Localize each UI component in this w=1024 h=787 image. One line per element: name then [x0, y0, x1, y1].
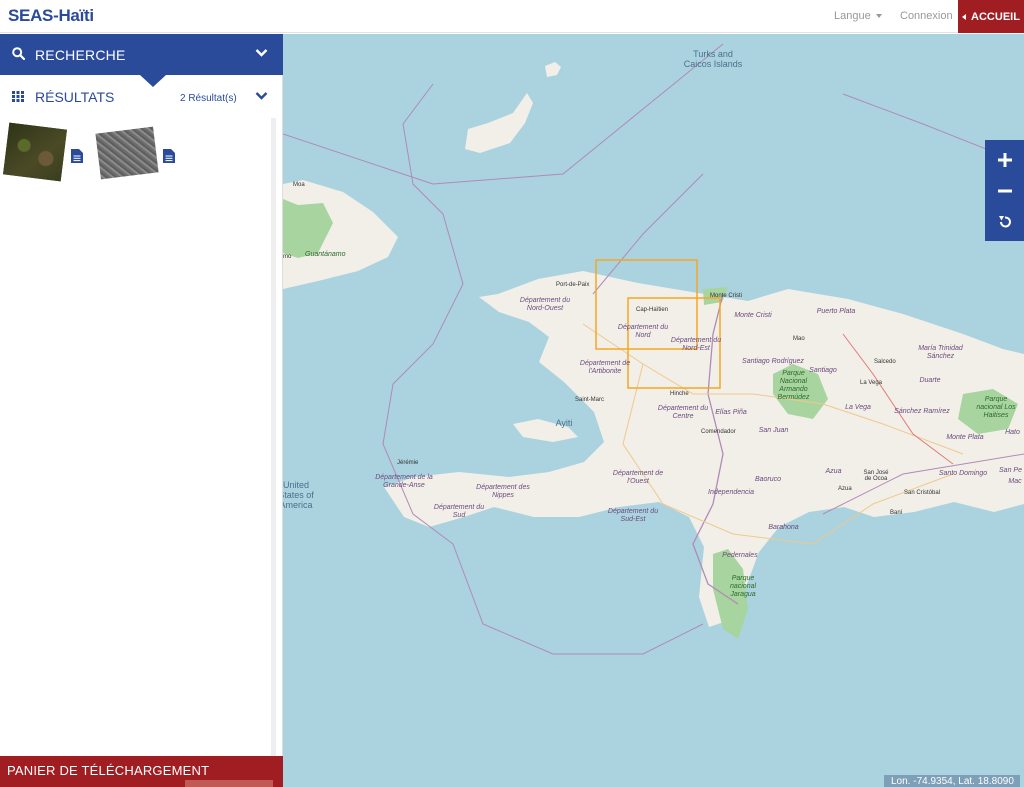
- map-label: Sánchez Ramírez: [894, 408, 950, 415]
- map-label: Hato: [1005, 429, 1020, 436]
- mouse-coordinates: Lon. -74.9354, Lat. 18.8090: [884, 775, 1020, 787]
- refresh-icon: [998, 216, 1011, 228]
- reset-view-button[interactable]: [985, 206, 1024, 238]
- map-label: Saint-Marc: [575, 397, 605, 403]
- map-label: Duarte: [919, 377, 941, 384]
- map-label: Département de l'Ouest: [612, 470, 664, 485]
- results-count: 2 Résultat(s): [180, 93, 237, 104]
- caret-left-icon: [962, 13, 967, 20]
- map-label: Département de l'Artibonite: [579, 360, 631, 375]
- result-thumbnail[interactable]: [3, 122, 67, 182]
- results-panel-header[interactable]: RÉSULTATS 2 Résultat(s): [0, 86, 283, 112]
- map-label: Monte Plata: [946, 434, 984, 441]
- results-list: [0, 116, 272, 756]
- map-label: Salcedo: [874, 359, 896, 365]
- map-label: Département des Nippes: [476, 484, 530, 499]
- map-label: mo: [283, 254, 292, 260]
- map-label: La Vega: [845, 404, 871, 411]
- map-label: Turks and Caicos Islands: [683, 49, 743, 69]
- grid-icon: [12, 91, 24, 102]
- map-label: Département du Sud-Est: [607, 508, 659, 523]
- search-panel-header[interactable]: RECHERCHE: [0, 34, 283, 75]
- map-label: Baní: [890, 510, 903, 516]
- document-icon[interactable]: [71, 149, 83, 163]
- language-label: Langue: [834, 10, 871, 22]
- map-label: Independencia: [708, 489, 754, 496]
- map-label: Ayiti: [555, 418, 573, 428]
- map-label: Port-de-Paix: [556, 282, 590, 288]
- map-label: Comendador: [701, 429, 736, 435]
- map-label: Moa: [293, 182, 305, 188]
- chevron-down-icon[interactable]: [255, 48, 268, 58]
- map-label: San Juan: [758, 427, 789, 434]
- minus-icon: [997, 189, 1012, 193]
- search-icon: [12, 47, 25, 60]
- map-label: Département du Nord-Est: [670, 337, 722, 352]
- map-label: La Vega: [860, 380, 883, 386]
- download-cart-bar[interactable]: PANIER DE TÉLÉCHARGEMENT: [0, 756, 283, 787]
- zoom-in-button[interactable]: [985, 144, 1024, 176]
- map-label: Azua: [838, 486, 852, 492]
- map-label: United States of America: [283, 480, 314, 510]
- language-dropdown[interactable]: Langue: [834, 10, 882, 22]
- result-thumbnail[interactable]: [95, 126, 159, 180]
- map-label: Santo Domingo: [938, 470, 988, 477]
- results-scrollbar[interactable]: [271, 118, 276, 758]
- map-label: San Cristóbal: [904, 490, 941, 496]
- top-navbar: SEAS-Haïti Langue Connexion ACCUEIL: [0, 0, 1024, 33]
- map-label: Département du Centre: [657, 405, 709, 420]
- map-label: Département du Sud: [433, 504, 485, 519]
- map-label: Parque Nacional Armando Bermúdez: [777, 370, 810, 401]
- map-label: Hinche: [670, 391, 689, 397]
- map-label: San Pe: [999, 467, 1022, 474]
- map-label: San José de Ocoa: [863, 470, 889, 482]
- caret-down-icon: [875, 14, 882, 19]
- home-button[interactable]: ACCUEIL: [958, 0, 1024, 33]
- plus-icon: [997, 153, 1012, 167]
- chevron-down-icon[interactable]: [255, 91, 268, 101]
- map-label: Cap-Haïtien: [636, 307, 669, 313]
- map-zoom-controls: [985, 140, 1024, 241]
- document-icon[interactable]: [163, 149, 175, 163]
- results-panel-label: RÉSULTATS: [35, 89, 115, 105]
- map-label: Puerto Plata: [816, 308, 856, 315]
- map-label: Elías Piña: [715, 409, 747, 416]
- download-cart-tab[interactable]: [185, 780, 273, 787]
- brand-logo[interactable]: SEAS-Haïti: [8, 6, 94, 26]
- map-label: Barahona: [768, 524, 799, 531]
- map-label: Jérémie: [397, 460, 419, 466]
- map-label: Mac: [1008, 478, 1022, 485]
- map-label: Azua: [825, 468, 842, 475]
- map-label: Monte Cristi: [734, 312, 772, 319]
- map-label: Baoruco: [754, 476, 782, 483]
- map-canvas[interactable]: Turks and Caicos Islands Moa Guantánamo …: [283, 34, 1024, 787]
- login-link[interactable]: Connexion: [900, 10, 953, 22]
- sidebar-panel: RECHERCHE RÉSULTATS 2 Résultat(s) PANIER…: [0, 34, 283, 787]
- map-label: Parque nacional Los Haitises: [976, 396, 1016, 419]
- search-panel-label: RECHERCHE: [35, 47, 126, 63]
- map-label: Monte Cristi: [710, 293, 743, 299]
- map-label: Guantánamo: [305, 251, 346, 258]
- map-label: Mao: [793, 336, 805, 342]
- map-label: Santiago Rodríguez: [742, 358, 804, 365]
- map-label: Département du Nord: [617, 324, 669, 339]
- map-label: Département du Nord-Ouest: [519, 297, 571, 312]
- map-label: Pedernales: [722, 552, 758, 559]
- zoom-out-button[interactable]: [985, 175, 1024, 207]
- map-label: Parque nacional Jaragua: [729, 575, 757, 598]
- map-label: María Trinidad Sánchez: [918, 345, 963, 360]
- map-label: Département de la Grande-Anse: [375, 474, 433, 489]
- download-cart-label: PANIER DE TÉLÉCHARGEMENT: [7, 763, 210, 778]
- home-label: ACCUEIL: [971, 10, 1020, 23]
